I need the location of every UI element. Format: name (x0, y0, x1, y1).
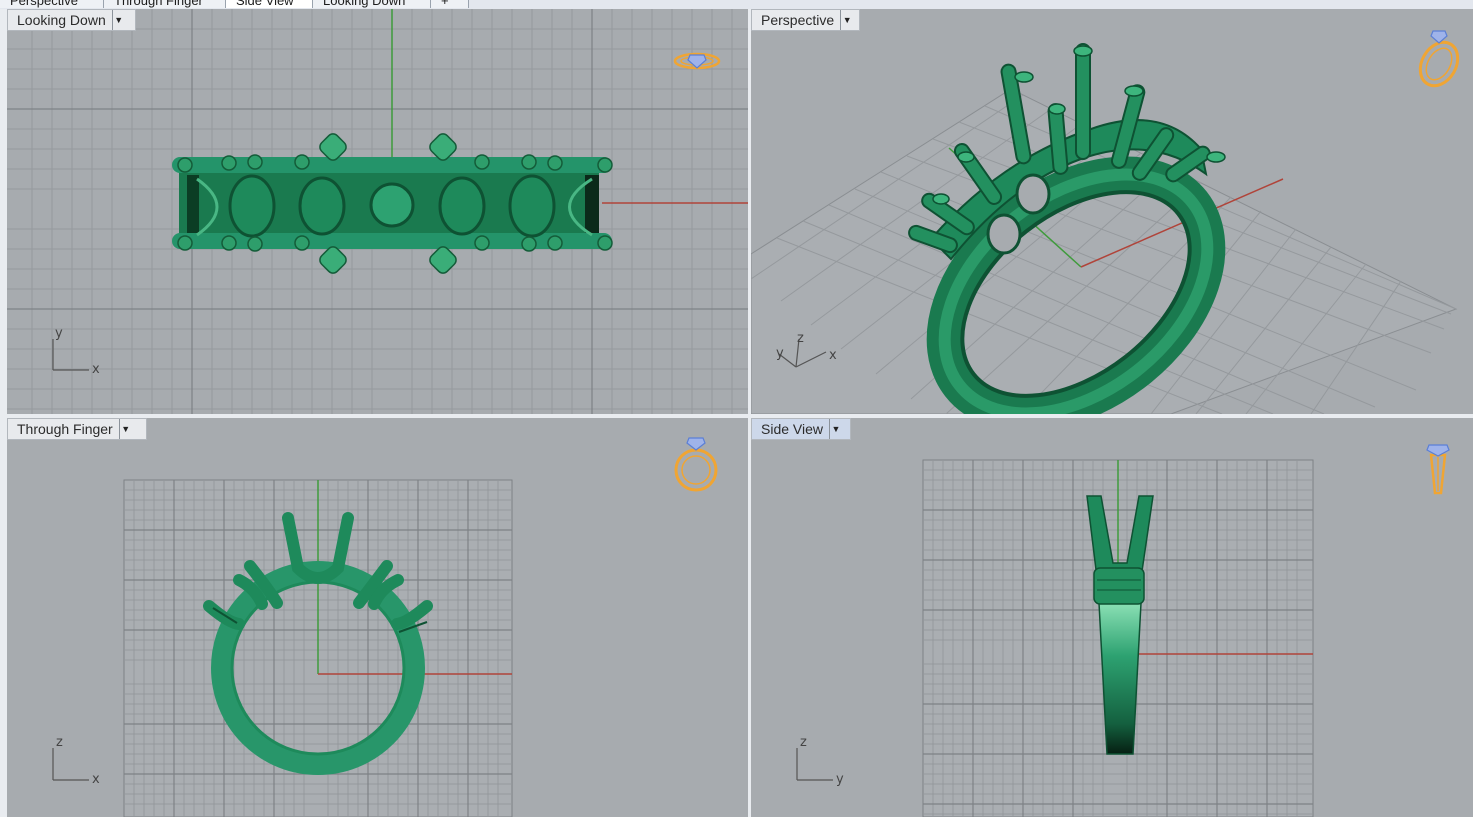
tab-looking-down[interactable]: Looking Down (313, 0, 431, 8)
axis-gizmo (52, 339, 89, 371)
viewport-splitter-horizontal[interactable] (0, 414, 1473, 418)
ring-preview-icon (1418, 30, 1460, 88)
tab-perspective[interactable]: Perspective (0, 0, 104, 8)
viewport-through-finger-canvas: z x (52, 437, 718, 817)
viewport-tab-bar: Perspective Through Finger Side View Loo… (0, 0, 1473, 9)
axis-label-x: x (92, 362, 100, 377)
viewport-looking-down-canvas: y x (7, 9, 748, 414)
viewport-perspective[interactable]: y z x Perspective ▼ (751, 9, 1473, 414)
viewport-perspective-canvas: y z x (751, 30, 1460, 414)
viewport-title-label: Through Finger (17, 421, 113, 437)
tab-through-finger[interactable]: Through Finger (104, 0, 226, 8)
caret-down-icon[interactable]: ▼ (829, 419, 842, 439)
tab-side-view[interactable]: Side View (226, 0, 313, 8)
viewport-side-view[interactable]: z y Side View ▼ (751, 418, 1473, 817)
caret-down-icon[interactable]: ▼ (118, 419, 132, 439)
viewport-looking-down[interactable]: y x Looking Down ▼ (7, 9, 748, 414)
axis-label-y: y (55, 326, 63, 341)
axis-label-x: x (92, 772, 100, 787)
caret-down-icon[interactable]: ▼ (111, 10, 125, 30)
viewport-title-perspective[interactable]: Perspective ▼ (751, 9, 860, 31)
viewport-divider-left (0, 9, 7, 817)
viewport-title-label: Side View (761, 421, 824, 437)
viewport-title-through-finger[interactable]: Through Finger ▼ (7, 418, 147, 440)
axis-gizmo (796, 748, 833, 781)
axis-label-y: y (776, 346, 784, 361)
viewport-title-looking-down[interactable]: Looking Down ▼ (7, 9, 136, 31)
axis-label-z: z (797, 331, 804, 346)
caret-down-icon[interactable]: ▼ (840, 10, 853, 30)
axis-gizmo (52, 748, 89, 781)
viewport-title-side-view[interactable]: Side View ▼ (751, 418, 851, 440)
ring-preview-icon (673, 52, 721, 70)
viewport-splitter-vertical[interactable] (748, 9, 751, 817)
axis-label-z: z (56, 735, 63, 750)
axis-label-x: x (829, 348, 837, 363)
tab-add-button[interactable]: + (431, 0, 469, 8)
viewport-through-finger[interactable]: z x Through Finger ▼ (7, 418, 748, 817)
viewport-title-label: Looking Down (17, 12, 106, 28)
axis-label-z: z (800, 735, 807, 750)
viewport-side-view-canvas: z y (796, 444, 1450, 817)
ring-preview-icon (674, 437, 718, 492)
ring-preview-icon (1426, 444, 1450, 495)
viewport-title-label: Perspective (761, 12, 835, 28)
axis-label-y: y (836, 772, 844, 787)
